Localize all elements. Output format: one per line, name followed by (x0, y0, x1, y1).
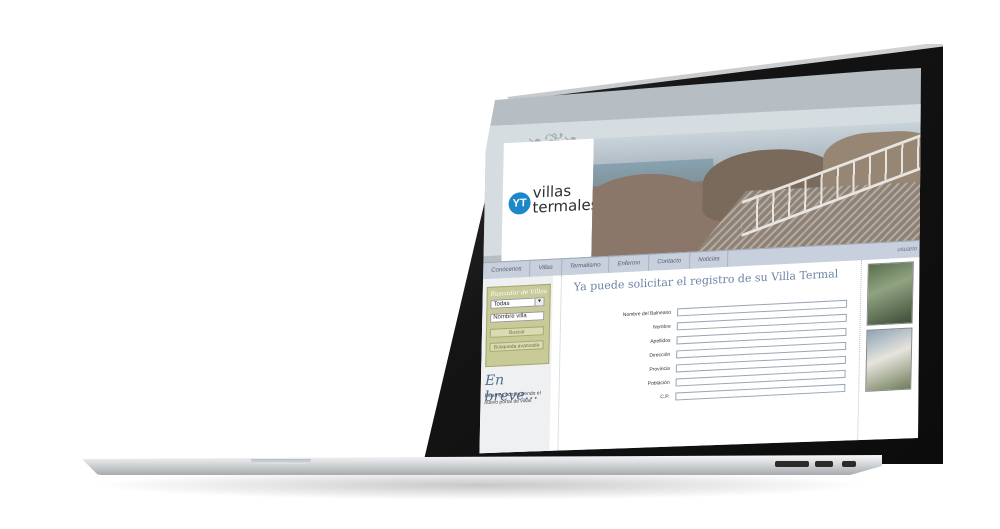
villa-search-box: Buscador de Villas Todas ▼ Nombre villa … (485, 283, 551, 368)
field-label: C.P. (660, 393, 670, 401)
left-column: Buscador de Villas Todas ▼ Nombre villa … (479, 275, 554, 455)
field-label: Apellidos (650, 337, 671, 345)
laptop-lid-notch (251, 459, 311, 464)
field-label: Dirección (649, 351, 671, 359)
right-column (856, 256, 921, 455)
field-label: Población (647, 379, 670, 387)
site-body: Buscador de Villas Todas ▼ Nombre villa … (479, 256, 921, 455)
chevron-down-icon[interactable]: ▼ (534, 298, 544, 306)
site-logo[interactable]: YT villas termales (501, 138, 599, 262)
usb-port-icon (815, 461, 833, 467)
postal-code-field[interactable] (675, 383, 846, 401)
sd-card-slot-icon (775, 461, 809, 467)
thunderbolt-port-icon (842, 461, 856, 467)
logo-mark-icon: YT (508, 191, 531, 215)
advanced-search-button[interactable]: Búsqueda avanzada (489, 340, 544, 352)
field-label: Provincia (649, 365, 670, 373)
news-text: Estamos construyendo el nuevo portal de … (484, 390, 541, 407)
field-label: Nombre (652, 323, 671, 331)
laptop-base (82, 455, 882, 475)
logo-line-2: termales (532, 195, 599, 217)
website: ❧❦❧ YT villas termales Conócenos Villas … (479, 67, 921, 455)
villa-thumbnail[interactable] (866, 261, 914, 326)
region-select[interactable]: Todas ▼ (490, 297, 545, 309)
nav-item-villas[interactable]: Villas (530, 259, 562, 277)
user-link[interactable]: usuario (897, 241, 921, 258)
logo-text: villas termales (532, 182, 599, 217)
registration-form: Ya puede solicitar el registro de su Vil… (556, 260, 862, 455)
search-button[interactable]: Buscar (489, 326, 544, 338)
region-select-value: Todas (493, 300, 510, 308)
header-photo (591, 121, 921, 257)
villa-thumbnail[interactable] (865, 327, 913, 392)
villa-name-input[interactable]: Nombre villa (490, 311, 545, 323)
field-label: Nombre del Balneario (622, 309, 672, 319)
